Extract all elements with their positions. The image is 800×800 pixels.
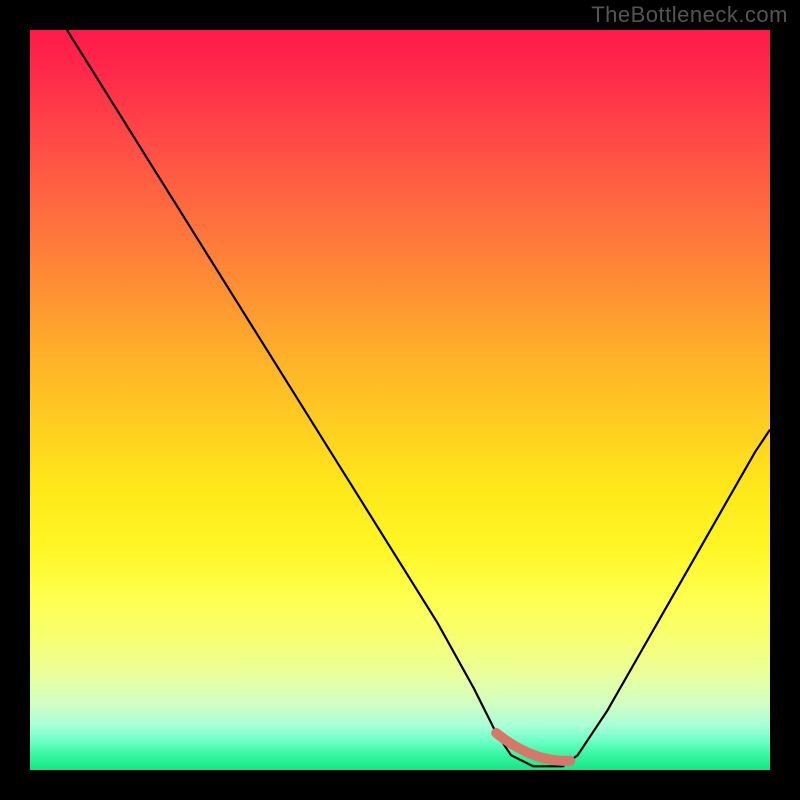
bottleneck-curve [67, 30, 770, 766]
chart-frame: TheBottleneck.com [0, 0, 800, 800]
plot-area [30, 30, 770, 770]
curve-layer [30, 30, 770, 770]
watermark-text: TheBottleneck.com [591, 2, 788, 28]
highlight-segment [496, 733, 570, 761]
